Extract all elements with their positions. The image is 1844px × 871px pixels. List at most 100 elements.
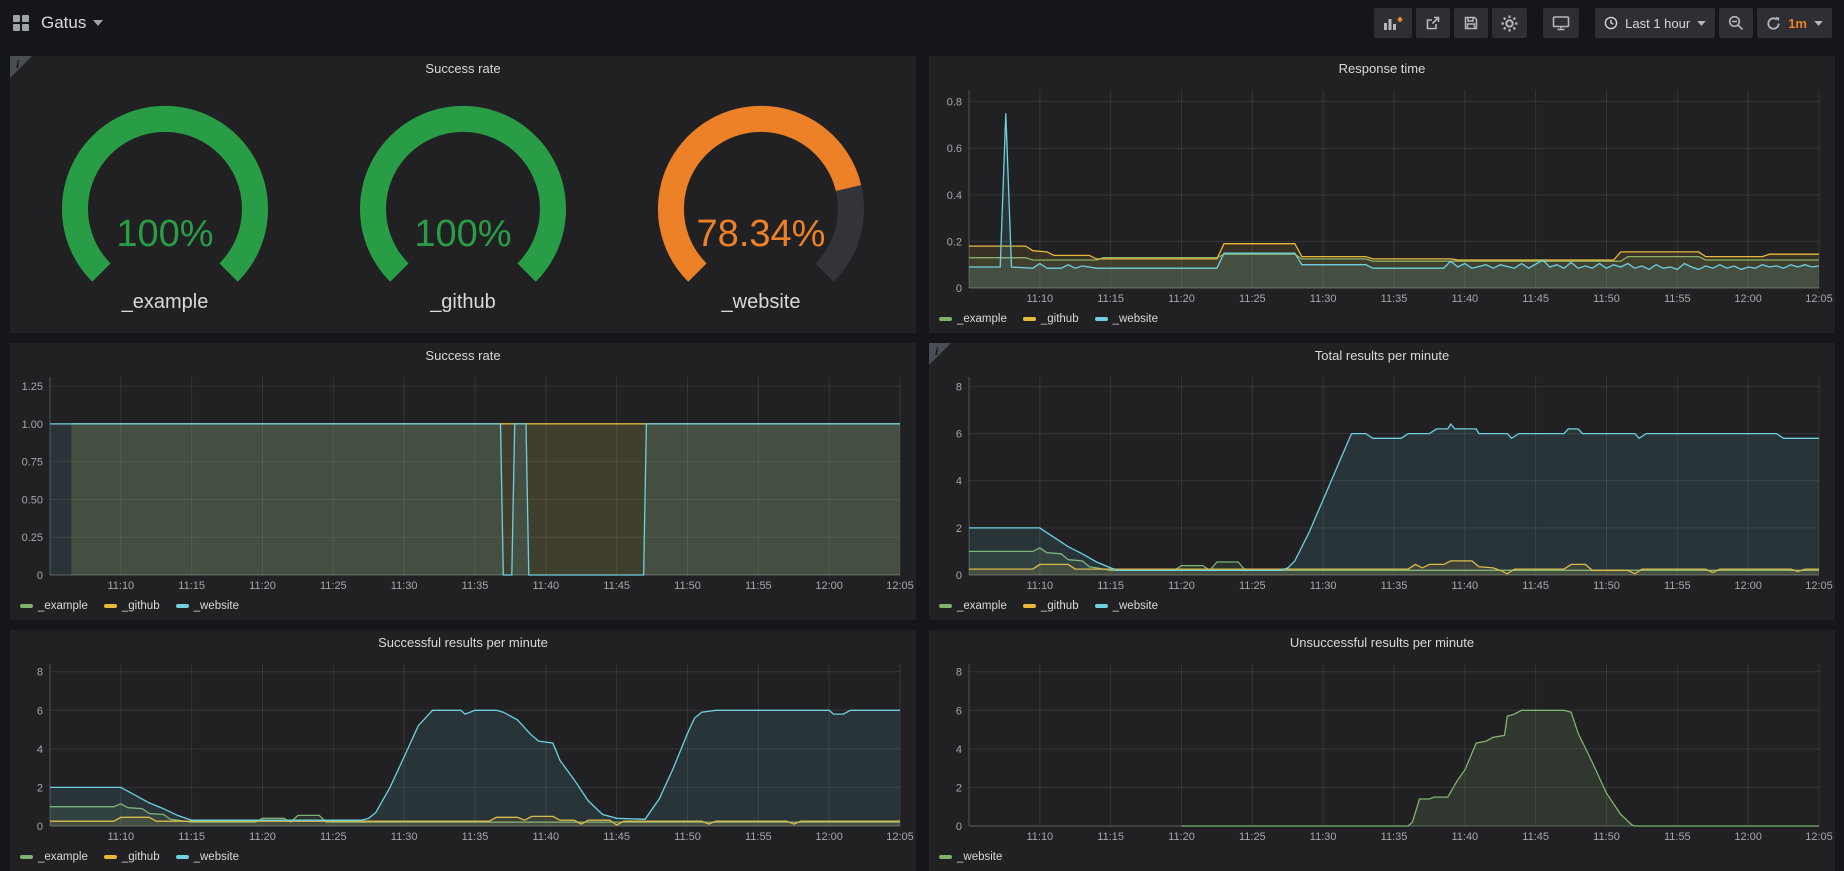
refresh-button[interactable]: 1m bbox=[1757, 8, 1832, 38]
y-tick-label: 0.2 bbox=[947, 236, 962, 248]
panel-title[interactable]: Successful results per minute bbox=[10, 630, 916, 656]
panel-title[interactable]: Success rate bbox=[10, 343, 916, 369]
chart-area[interactable]: 11:1011:1511:2011:2511:3011:3511:4011:45… bbox=[10, 656, 916, 846]
x-tick-label: 11:45 bbox=[1522, 293, 1549, 305]
legend-item-_website[interactable]: _website bbox=[1095, 313, 1158, 325]
time-range-button[interactable]: Last 1 hour bbox=[1595, 8, 1715, 38]
legend-item-_example[interactable]: _example bbox=[939, 600, 1007, 612]
y-tick-label: 0.50 bbox=[22, 494, 43, 506]
y-tick-label: 2 bbox=[956, 782, 962, 794]
navbar-left: Gatus bbox=[12, 13, 103, 33]
panel-title[interactable]: Success rate bbox=[10, 56, 916, 82]
legend-item-_example[interactable]: _example bbox=[939, 313, 1007, 325]
zoom-out-button[interactable] bbox=[1719, 8, 1753, 38]
legend-item-_website[interactable]: _website bbox=[939, 851, 1002, 863]
panel-response-time: Response time 11:1011:1511:2011:2511:301… bbox=[929, 56, 1835, 333]
legend-item-_github[interactable]: _github bbox=[1023, 600, 1079, 612]
x-tick-label: 11:50 bbox=[674, 831, 701, 843]
panel-success-rate-gauges: i Success rate 100%_example100%_github78… bbox=[10, 56, 916, 333]
x-tick-label: 12:05 bbox=[1805, 580, 1833, 592]
chart-canvas: 11:1011:1511:2011:2511:3011:3511:4011:45… bbox=[10, 369, 916, 595]
share-button[interactable] bbox=[1416, 8, 1450, 38]
apps-grid-icon[interactable] bbox=[12, 14, 30, 32]
share-icon bbox=[1425, 15, 1441, 31]
legend-item-_github[interactable]: _github bbox=[104, 600, 160, 612]
y-tick-label: 1.25 bbox=[22, 381, 43, 393]
save-button[interactable] bbox=[1454, 8, 1488, 38]
chart-canvas: 11:1011:1511:2011:2511:3011:3511:4011:45… bbox=[10, 656, 916, 846]
chart-area[interactable]: 11:1011:1511:2011:2511:3011:3511:4011:45… bbox=[929, 369, 1835, 595]
x-tick-label: 12:00 bbox=[1734, 580, 1762, 592]
legend: _example _github _website bbox=[10, 595, 916, 620]
legend-swatch bbox=[1023, 604, 1036, 608]
legend-item-_website[interactable]: _website bbox=[176, 851, 239, 863]
legend-swatch bbox=[939, 604, 952, 608]
dashboard-title[interactable]: Gatus bbox=[41, 13, 86, 33]
cycle-view-button[interactable] bbox=[1543, 8, 1579, 38]
y-tick-label: 8 bbox=[37, 667, 43, 679]
caret-down-icon[interactable] bbox=[93, 20, 103, 26]
monitor-icon bbox=[1552, 15, 1570, 31]
panel-title[interactable]: Unsuccessful results per minute bbox=[929, 630, 1835, 656]
y-tick-label: 1.00 bbox=[22, 419, 43, 431]
x-tick-label: 11:40 bbox=[1451, 580, 1478, 592]
legend-label: _github bbox=[122, 600, 160, 612]
x-tick-label: 11:55 bbox=[1664, 831, 1691, 843]
x-tick-label: 11:40 bbox=[1451, 293, 1478, 305]
panel-info-icon[interactable] bbox=[10, 56, 32, 78]
panel-title[interactable]: Response time bbox=[929, 56, 1835, 82]
gauge-value: 100% bbox=[333, 213, 593, 256]
x-tick-label: 12:05 bbox=[886, 831, 914, 843]
panel-title[interactable]: Total results per minute bbox=[929, 343, 1835, 369]
legend-swatch bbox=[20, 855, 33, 859]
x-tick-label: 11:35 bbox=[462, 831, 489, 843]
legend-label: _website bbox=[194, 851, 239, 863]
legend-item-_example[interactable]: _example bbox=[20, 600, 88, 612]
refresh-interval-label: 1m bbox=[1788, 16, 1807, 31]
x-tick-label: 11:20 bbox=[1168, 580, 1195, 592]
legend: _website bbox=[929, 846, 1835, 871]
y-tick-label: 0.6 bbox=[947, 143, 962, 155]
legend-label: _website bbox=[1113, 600, 1158, 612]
x-tick-label: 11:55 bbox=[745, 580, 772, 592]
legend-label: _github bbox=[122, 851, 160, 863]
x-tick-label: 11:10 bbox=[1026, 580, 1053, 592]
chart-canvas: 11:1011:1511:2011:2511:3011:3511:4011:45… bbox=[929, 369, 1835, 595]
x-tick-label: 11:15 bbox=[178, 580, 205, 592]
x-tick-label: 11:55 bbox=[745, 831, 772, 843]
legend-item-_github[interactable]: _github bbox=[1023, 313, 1079, 325]
y-tick-label: 0.25 bbox=[22, 532, 43, 544]
legend-label: _website bbox=[1113, 313, 1158, 325]
y-tick-label: 4 bbox=[37, 744, 43, 756]
x-tick-label: 12:05 bbox=[1805, 293, 1833, 305]
legend-swatch bbox=[939, 855, 952, 859]
y-tick-label: 4 bbox=[956, 744, 962, 756]
legend-item-_example[interactable]: _example bbox=[20, 851, 88, 863]
y-tick-label: 6 bbox=[37, 705, 43, 717]
legend: _example _github _website bbox=[10, 846, 916, 871]
legend-swatch bbox=[104, 604, 117, 608]
save-icon bbox=[1463, 15, 1479, 31]
settings-button[interactable] bbox=[1492, 8, 1527, 38]
legend-item-_website[interactable]: _website bbox=[1095, 600, 1158, 612]
legend-item-_github[interactable]: _github bbox=[104, 851, 160, 863]
x-tick-label: 11:30 bbox=[391, 580, 418, 592]
y-tick-label: 6 bbox=[956, 705, 962, 717]
add-panel-icon bbox=[1383, 15, 1403, 31]
legend-label: _website bbox=[957, 851, 1002, 863]
panel-info-icon[interactable] bbox=[929, 343, 951, 365]
x-tick-label: 11:25 bbox=[1239, 831, 1266, 843]
y-tick-label: 0 bbox=[37, 570, 43, 582]
y-tick-label: 0 bbox=[956, 570, 962, 582]
x-tick-label: 11:10 bbox=[1026, 831, 1053, 843]
chart-area[interactable]: 11:1011:1511:2011:2511:3011:3511:4011:45… bbox=[929, 656, 1835, 846]
chart-area[interactable]: 11:1011:1511:2011:2511:3011:3511:4011:45… bbox=[929, 82, 1835, 308]
x-tick-label: 11:40 bbox=[532, 580, 559, 592]
add-panel-button[interactable] bbox=[1374, 8, 1412, 38]
legend-item-_website[interactable]: _website bbox=[176, 600, 239, 612]
gauge-_github: 100%_github bbox=[333, 101, 593, 314]
gauge-label: _example bbox=[122, 291, 209, 314]
chart-area[interactable]: 11:1011:1511:2011:2511:3011:3511:4011:45… bbox=[10, 369, 916, 595]
x-tick-label: 11:25 bbox=[320, 831, 347, 843]
y-tick-label: 0.8 bbox=[947, 97, 962, 109]
